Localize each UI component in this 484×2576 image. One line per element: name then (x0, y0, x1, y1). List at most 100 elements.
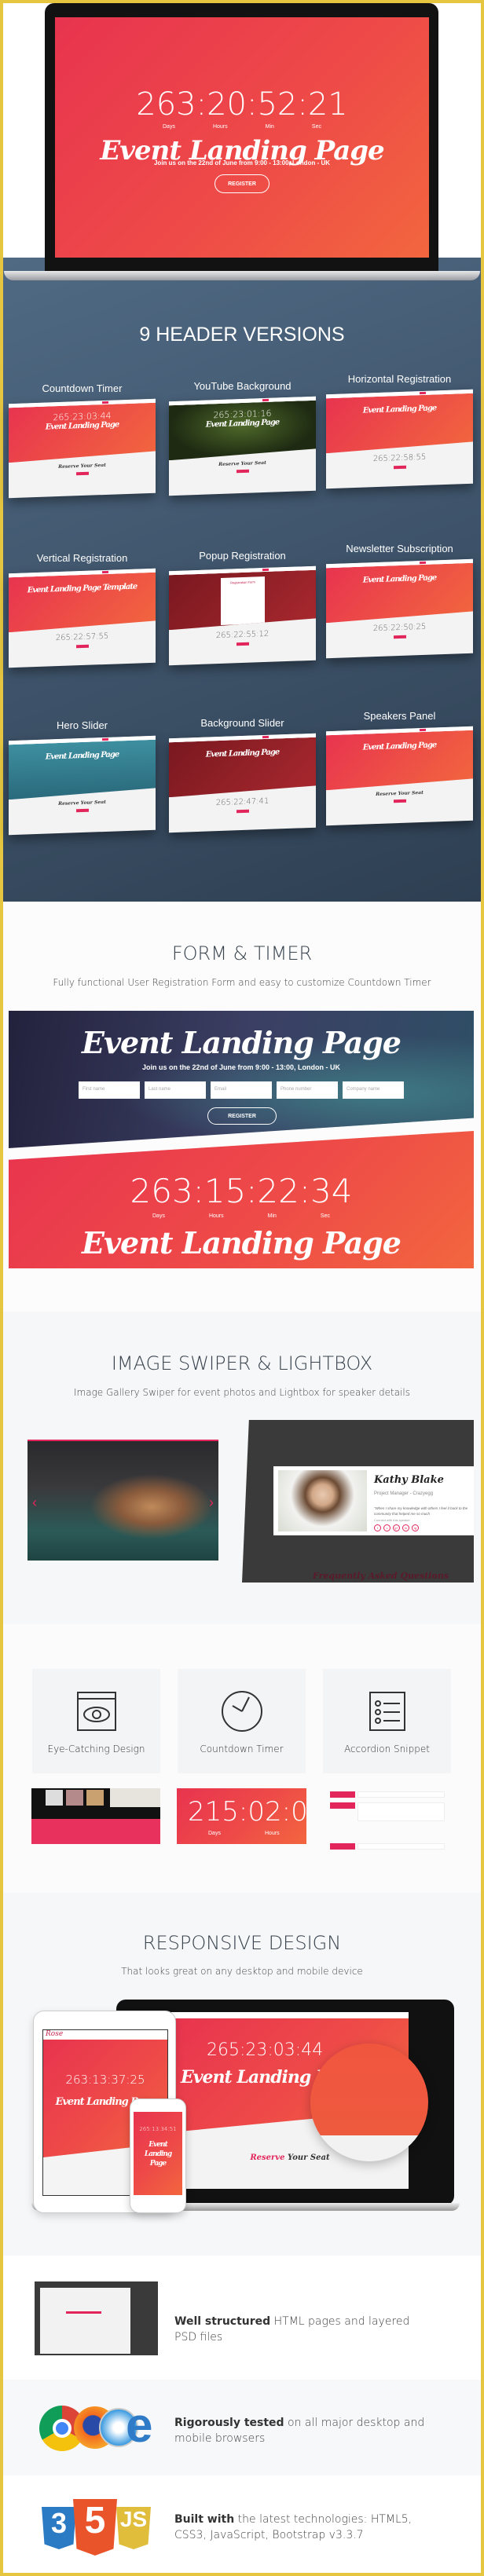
header-version-card[interactable]: Event Landing Page Reserve Your Seat (9, 735, 156, 836)
header-version-card[interactable]: Event Landing Page 265:22:58:55 (326, 389, 473, 489)
label-days: Days (152, 1213, 165, 1219)
header-version-title: YouTube Background (193, 380, 292, 392)
header-version-title: Speakers Panel (363, 710, 436, 722)
header-version-card[interactable]: Event Landing Page Reserve Your Seat (326, 726, 473, 826)
laptop-title: Event Landing P (181, 2067, 328, 2088)
popup-title: Registration Form (230, 580, 255, 585)
banner-countdown-labels: Days Hours Min Sec (9, 1213, 474, 1219)
hero-subtitle: Join us on the 22nd of June from 9:00 - … (153, 159, 331, 166)
header-version-card[interactable]: Registration Form 265:22:55:12 (169, 565, 316, 666)
card-countdown: 265:22:58:55 (372, 452, 427, 464)
label-days: Days (163, 124, 175, 130)
card-reserve-text: Reserve Your Seat (58, 799, 106, 807)
responsive-subtitle: That looks great on any desktop and mobi… (121, 1966, 363, 1977)
hero-countdown: 263:20:52:21 (136, 86, 348, 123)
row-bold: Well structured (174, 2315, 271, 2328)
card-reserve-text: Reserve Your Seat (218, 459, 266, 468)
feature-label: Eye-Catching Design (47, 1744, 145, 1755)
header-version-card[interactable]: Event Landing Page 265:22:50:25 (326, 558, 473, 659)
social-in-icon[interactable]: in (402, 1524, 409, 1531)
feature-card-accordion: Accordion Snippet (323, 1669, 451, 1773)
last-name-input[interactable]: Last name (145, 1081, 206, 1099)
register-button[interactable]: REGISTER (214, 174, 270, 193)
card-lower: 265:22:50:25 (326, 618, 473, 642)
email-input[interactable]: Email (211, 1081, 272, 1099)
row-built-with: Built with the latest technologies: HTML… (174, 2512, 434, 2543)
banner-register-button[interactable]: REGISTER (207, 1107, 277, 1125)
card-hero: Event Landing Page Template (9, 573, 156, 633)
speaker-photo (278, 1470, 367, 1531)
swiper-next-icon[interactable]: › (209, 1495, 214, 1511)
swiper-prev-icon[interactable]: ‹ (32, 1495, 37, 1511)
edge-icon: e (126, 2399, 153, 2453)
feature-label: Countdown Timer (200, 1744, 284, 1755)
banner-subtitle: Join us on the 22nd of June from 9:00 - … (141, 1063, 341, 1071)
card-hero: Event Landing Page (9, 740, 156, 800)
eye-window-icon (77, 1692, 116, 1731)
laptop-screen: 263:20:52:21 Days Hours Min Sec Event Landi… (55, 17, 429, 258)
card-countdown: 265:22:57:55 (55, 631, 109, 643)
banner-countdown: 263:15:22:34 (130, 1172, 353, 1210)
header-version-card[interactable]: 265:23:01:16 Event Landing Page Reserve Yo… (169, 396, 316, 496)
row-structured: Well structured HTML pages and layered P… (174, 2314, 434, 2345)
first-name-input[interactable]: First name (79, 1081, 140, 1099)
phone-screen: 265:13:34:51 Event Landing Page (134, 2112, 182, 2195)
phone-input[interactable]: Phone number (277, 1081, 338, 1099)
card-hero: Event Landing Page (326, 393, 473, 454)
feature-card-timer: Countdown Timer (178, 1669, 306, 1773)
card-lower: 265:22:55:12 (169, 625, 316, 649)
reserve-word: Reserve (250, 2153, 285, 2162)
html5-icon: 5 (73, 2499, 117, 2556)
card-hero: 265:23:03:44 Event Landing Page (9, 403, 156, 463)
psd-screenshot (35, 2281, 158, 2355)
label-sec: Sec (311, 124, 321, 130)
header-version-title: Hero Slider (56, 719, 108, 731)
header-version-title: Horizontal Registration (347, 373, 452, 385)
card-hero: Event Landing Page (326, 730, 473, 791)
device-phone: 265:13:34:51 Event Landing Page (130, 2098, 186, 2213)
card-countdown: 265:22:47:41 (215, 796, 270, 808)
row-tested: Rigorously tested on all major desktop a… (174, 2415, 434, 2446)
feature-card-design: Eye-Catching Design (32, 1669, 160, 1773)
header-version-card[interactable]: Event Landing Page 265:22:47:41 (169, 733, 316, 833)
row-bold: Built with (174, 2513, 235, 2526)
hero-countdown-labels: Days Hours Min Sec (55, 124, 429, 130)
logo: Rose (46, 2030, 64, 2038)
preview-countdown: 215:02:0 (188, 1796, 306, 1828)
preview-map (110, 1788, 160, 1807)
speaker-connect: Connect with this speaker (374, 1518, 410, 1522)
social-ig-icon[interactable]: ig (412, 1524, 419, 1531)
company-input[interactable]: Company name (343, 1081, 404, 1099)
card-hero: Event Landing Page (326, 563, 473, 624)
phone-title: Event Landing Page (144, 2141, 172, 2168)
header-version-title: Countdown Timer (42, 382, 123, 394)
card-countdown: 265:22:55:12 (215, 629, 270, 641)
card-countdown: 265:22:50:25 (372, 622, 427, 634)
speaker-name: Kathy Blake (374, 1474, 444, 1486)
registration-form: First name Last name Email Phone number … (79, 1081, 404, 1099)
timer-banner-title: Event Landing Page (82, 1225, 402, 1261)
laptop-base (4, 271, 480, 280)
banner-title: Event Landing Page (82, 1025, 402, 1060)
header-version-title: Vertical Registration (36, 552, 128, 564)
form-timer-subtitle: Fully functional User Registration Form … (53, 977, 431, 988)
social-v-icon[interactable]: v (383, 1524, 390, 1531)
preview-thumb (86, 1790, 104, 1806)
swiper-title: IMAGE SWIPER & LIGHTBOX (111, 1352, 373, 1374)
speaker-socials: f v g+ in ig (374, 1524, 419, 1531)
preview-thumb (66, 1790, 83, 1806)
header-version-card[interactable]: 265:23:03:44 Event Landing Page Reserve Yo… (9, 398, 156, 499)
social-g+-icon[interactable]: g+ (393, 1524, 400, 1531)
gallery-swiper[interactable]: ‹ › (28, 1440, 218, 1561)
tablet-countdown: 263:13:37:25 (65, 2073, 145, 2087)
zoom-magnifier (310, 2044, 428, 2161)
social-f-icon[interactable]: f (374, 1524, 381, 1531)
your-seat-words: Your Seat (284, 2153, 330, 2162)
header-version-title: Background Slider (200, 717, 284, 729)
list-document-icon (369, 1692, 405, 1731)
label-hours: Hours (208, 1213, 224, 1219)
javascript-icon: JS (116, 2507, 151, 2549)
header-version-card[interactable]: Event Landing Page Template 265:22:57:55 (9, 568, 156, 668)
design-preview (31, 1788, 160, 1844)
lightbox-overlay: Kathy Blake Project Manager - Crazyegg "… (242, 1420, 474, 1583)
